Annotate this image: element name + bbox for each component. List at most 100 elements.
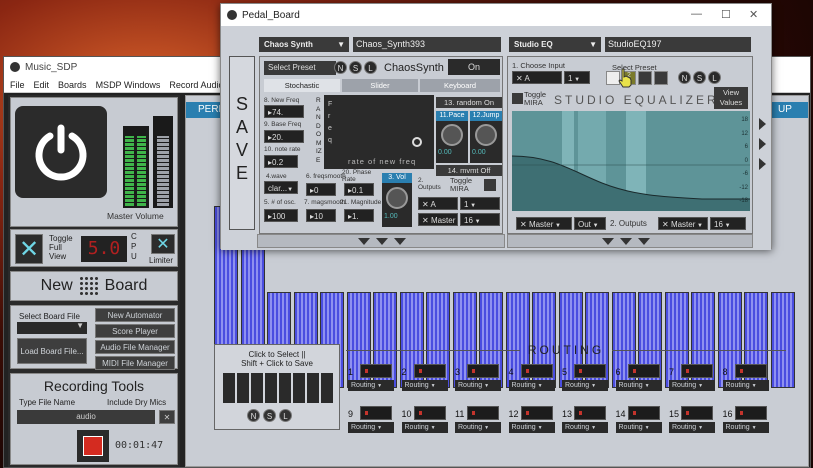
eq-master-dropdown[interactable]: ✕ Master ▼ xyxy=(516,217,572,230)
chevron-down-icon[interactable] xyxy=(602,238,614,245)
magsmooth-input[interactable]: ▸10 xyxy=(306,209,336,222)
chaos-new-button[interactable]: N xyxy=(334,61,347,74)
chaos-name-field[interactable]: Chaos_Synth393 xyxy=(353,37,501,52)
new-automator-button[interactable]: New Automator xyxy=(95,308,175,322)
select-board-file-dropdown[interactable]: ▼ xyxy=(17,321,87,334)
routing-dropdown[interactable]: Routing ▼ xyxy=(669,422,715,433)
routing-input-block[interactable] xyxy=(413,364,446,378)
pedal-board-titlebar[interactable]: Pedal_Board — ☐ ✕ xyxy=(221,4,771,26)
mvmt-off-toggle[interactable]: 14. mvmt Off xyxy=(436,165,502,176)
power-button[interactable] xyxy=(15,106,107,198)
xy-pad-handle[interactable] xyxy=(412,137,422,147)
new-preset-button[interactable]: N xyxy=(247,409,260,422)
eq-save-button[interactable]: S xyxy=(693,71,706,84)
tab-slider[interactable]: Slider xyxy=(342,79,418,92)
routing-dropdown[interactable]: Routing ▼ xyxy=(615,380,662,391)
eq-new-button[interactable]: N xyxy=(678,71,691,84)
eq-graph[interactable]: 18 12 6 0 -6 -12 -18 xyxy=(512,111,750,211)
chevron-down-icon[interactable] xyxy=(620,238,632,245)
save-preset-button[interactable]: S xyxy=(263,409,276,422)
chaos-output-1[interactable]: 1 ▼ xyxy=(460,197,500,210)
chaos-load-button[interactable]: L xyxy=(364,61,377,74)
chevron-down-icon[interactable] xyxy=(358,238,370,245)
load-preset-button[interactable]: L xyxy=(279,409,292,422)
routing-dropdown[interactable]: Routing ▼ xyxy=(401,422,448,433)
toggle-full-view-button[interactable]: ✕ xyxy=(15,234,43,264)
new-freq-input[interactable]: ▸74. xyxy=(264,105,304,118)
eq-toggle-mira[interactable] xyxy=(512,93,523,104)
note-rate-input[interactable]: ▸0.2 xyxy=(264,155,298,168)
menu-record-audio[interactable]: Record Audio xyxy=(169,80,223,90)
up-tab[interactable]: UP xyxy=(772,102,808,118)
record-button[interactable] xyxy=(77,430,109,462)
chaos-master-num[interactable]: 16 ▼ xyxy=(460,213,500,226)
audio-file-manager-button[interactable]: Audio File Manager xyxy=(95,340,175,354)
routing-input-block[interactable] xyxy=(360,406,392,420)
tab-keyboard[interactable]: Keyboard xyxy=(420,79,500,92)
tab-stochastic[interactable]: Stochastic xyxy=(264,79,340,92)
preset-grid[interactable] xyxy=(223,373,333,403)
close-icon[interactable]: ✕ xyxy=(749,8,758,21)
eq-type-dropdown[interactable]: Studio EQ ▼ xyxy=(509,37,601,52)
routing-dropdown[interactable]: Routing ▼ xyxy=(722,380,769,391)
routing-input-block[interactable] xyxy=(734,406,767,420)
routing-input-block[interactable] xyxy=(734,364,767,378)
routing-dropdown[interactable]: Routing ▼ xyxy=(615,422,662,433)
chevron-down-icon[interactable] xyxy=(376,238,388,245)
eq-master-num[interactable]: 16 ▼ xyxy=(710,217,746,230)
chaos-select-preset[interactable]: Select Preset xyxy=(264,61,336,75)
routing-dropdown[interactable]: Routing ▼ xyxy=(508,380,555,391)
eq-input-1[interactable]: 1 ▼ xyxy=(564,71,590,84)
freqsmooth-input[interactable]: ▸0 xyxy=(306,183,336,196)
chevron-right-icon[interactable] xyxy=(759,118,766,130)
eq-expand-bar[interactable] xyxy=(507,234,753,248)
routing-input-block[interactable] xyxy=(627,364,660,378)
eq-input-a[interactable]: ✕ A xyxy=(512,71,562,84)
routing-dropdown[interactable]: Routing ▼ xyxy=(508,422,555,433)
routing-input-block[interactable] xyxy=(681,406,713,420)
save-button[interactable]: S A V E xyxy=(229,56,255,230)
menu-edit[interactable]: Edit xyxy=(34,80,50,90)
routing-dropdown[interactable]: Routing ▼ xyxy=(455,380,501,391)
menu-file[interactable]: File xyxy=(10,80,25,90)
routing-dropdown[interactable]: Routing ▼ xyxy=(455,422,501,433)
routing-input-block[interactable] xyxy=(520,406,553,420)
chaos-output-a[interactable]: ✕ A xyxy=(418,197,458,210)
include-dry-mics-toggle[interactable]: ✕ xyxy=(159,410,175,424)
osc-input[interactable]: ▸100 xyxy=(264,209,298,222)
master-volume-slider[interactable] xyxy=(153,116,173,208)
routing-dropdown[interactable]: Routing ▼ xyxy=(562,422,608,433)
new-board-button[interactable]: New Board xyxy=(10,271,178,301)
routing-input-block[interactable] xyxy=(467,364,499,378)
chaos-master-dropdown[interactable]: ✕ Master xyxy=(418,213,458,226)
eq-out-dropdown[interactable]: Out ▼ xyxy=(574,217,606,230)
pace-knob[interactable] xyxy=(441,124,463,146)
menu-msdp-windows[interactable]: MSDP Windows xyxy=(96,80,161,90)
magnitude-input[interactable]: ▸1. xyxy=(344,209,374,222)
eq-name-field[interactable]: StudioEQ197 xyxy=(605,37,751,52)
chevron-right-icon[interactable] xyxy=(759,138,766,150)
routing-dropdown[interactable]: Routing ▼ xyxy=(348,422,394,433)
limiter-toggle[interactable]: ✕ xyxy=(151,234,175,254)
eq-master2-dropdown[interactable]: ✕ Master ▼ xyxy=(658,217,708,230)
chaos-save-button[interactable]: S xyxy=(349,61,362,74)
routing-input-block[interactable] xyxy=(681,364,713,378)
chevron-down-icon[interactable] xyxy=(394,238,406,245)
eq-preset-slot-3[interactable] xyxy=(638,71,652,85)
routing-input-block[interactable] xyxy=(413,406,446,420)
chaos-expand-bar[interactable] xyxy=(257,234,505,248)
random-on-toggle[interactable]: 13. random On xyxy=(436,97,502,108)
chevron-right-icon[interactable] xyxy=(759,158,766,170)
vol-knob[interactable] xyxy=(386,187,408,209)
phase-rate-input[interactable]: ▸0.1 xyxy=(344,183,374,196)
routing-dropdown[interactable]: Routing ▼ xyxy=(669,380,715,391)
routing-input-block[interactable] xyxy=(360,364,392,378)
stochastic-xy-pad[interactable]: Freq rate of new freq xyxy=(324,95,434,169)
eq-preset-slot-4[interactable] xyxy=(654,71,668,85)
view-values-button[interactable]: View Values xyxy=(714,87,748,109)
chaos-on-button[interactable]: On xyxy=(448,59,500,75)
routing-input-block[interactable] xyxy=(627,406,660,420)
minimize-icon[interactable]: — xyxy=(691,8,702,20)
routing-dropdown[interactable]: Routing ▼ xyxy=(722,422,769,433)
eq-load-button[interactable]: L xyxy=(708,71,721,84)
